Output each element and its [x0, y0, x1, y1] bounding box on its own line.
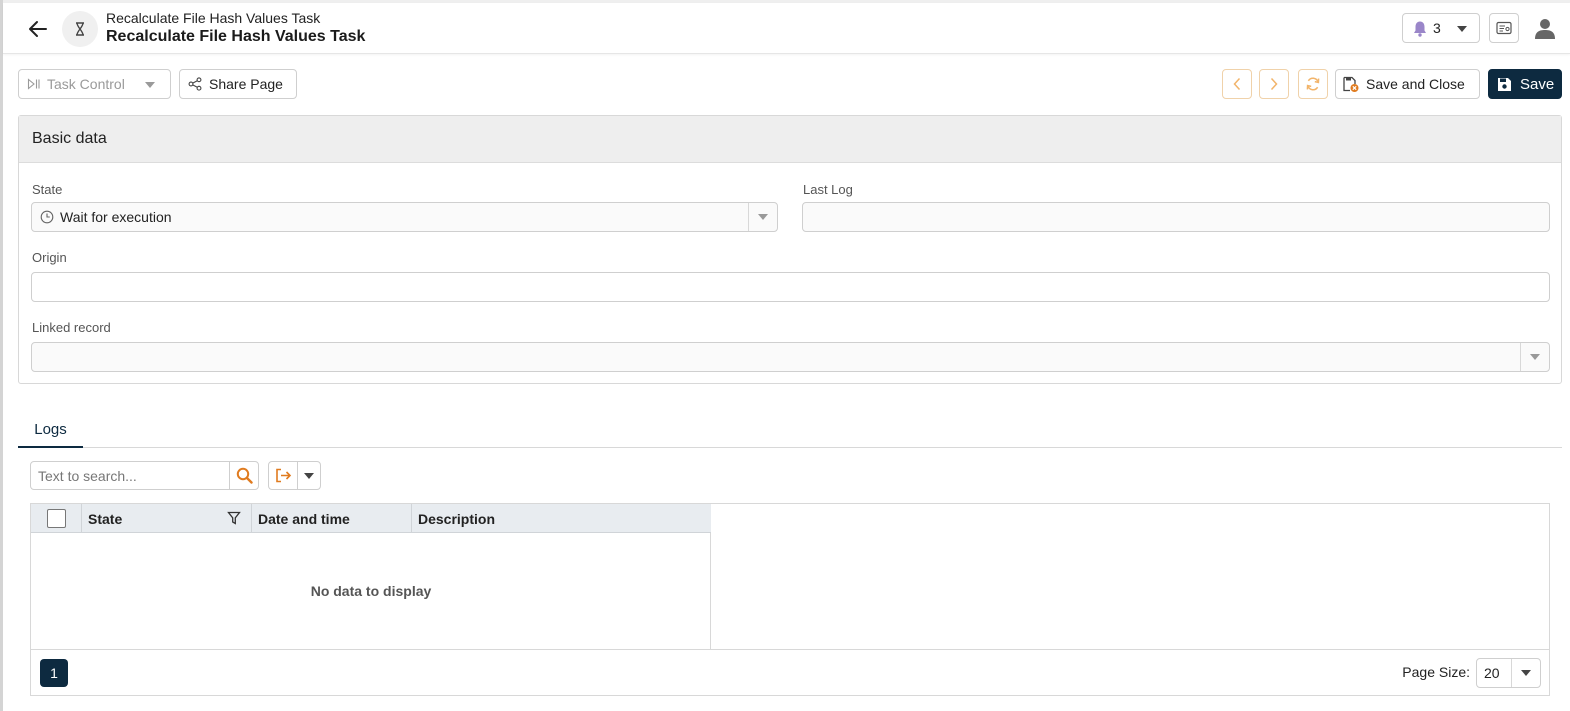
save-icon: [1498, 77, 1511, 91]
table-header: State Date and time Description: [31, 504, 711, 533]
user-menu-button[interactable]: [1530, 13, 1560, 43]
task-control-dropdown[interactable]: Task Control: [18, 69, 171, 99]
back-arrow-icon: [29, 21, 47, 37]
refresh-button[interactable]: [1298, 69, 1328, 99]
play-pause-icon: [27, 78, 40, 90]
column-header-label: State: [88, 510, 123, 527]
export-dropdown-toggle[interactable]: [297, 462, 320, 489]
bell-icon: [1414, 21, 1426, 37]
notifications-button[interactable]: 3: [1402, 13, 1480, 43]
task-control-label: Task Control: [47, 76, 125, 92]
notification-count: 3: [1433, 20, 1441, 36]
save-and-close-button[interactable]: Save and Close: [1335, 69, 1480, 99]
panel-title: Basic data: [19, 116, 1561, 163]
origin-field[interactable]: [31, 272, 1550, 302]
chevron-down-icon: [1457, 26, 1467, 32]
select-all-checkbox[interactable]: [46, 509, 66, 528]
logs-table: State Date and time Description No data …: [31, 504, 711, 649]
state-select[interactable]: Wait for execution: [31, 202, 778, 232]
pager: 1 Page Size: 20: [31, 649, 1549, 695]
column-header-date-and-time[interactable]: Date and time: [252, 504, 412, 533]
origin-label: Origin: [32, 250, 67, 265]
search-input[interactable]: [31, 462, 231, 489]
page-size-label: Page Size:: [1402, 664, 1470, 680]
last-log-field[interactable]: [802, 202, 1550, 232]
column-header-state[interactable]: State: [82, 504, 252, 533]
left-edge: [0, 0, 3, 711]
user-icon: [1535, 19, 1555, 39]
next-record-button[interactable]: [1259, 69, 1289, 99]
select-all-cell: [31, 504, 82, 533]
export-button[interactable]: [269, 462, 298, 489]
save-label: Save: [1520, 75, 1555, 93]
refresh-icon: [1306, 77, 1320, 91]
state-value: Wait for execution: [60, 209, 172, 225]
app-header: Recalculate File Hash Values Task Recalc…: [3, 3, 1570, 54]
page-size-select[interactable]: 20: [1476, 658, 1541, 688]
share-page-label: Share Page: [209, 76, 283, 92]
state-dropdown-toggle[interactable]: [748, 203, 777, 231]
chevron-down-icon: [758, 214, 768, 220]
chevron-down-icon: [303, 472, 314, 479]
linked-record-select[interactable]: [31, 342, 1550, 372]
chevron-down-icon: [1530, 354, 1540, 360]
share-page-button[interactable]: Share Page: [179, 69, 297, 99]
tab-bar: Logs: [18, 413, 1562, 448]
save-button[interactable]: Save: [1488, 69, 1562, 99]
column-header-label: Description: [418, 510, 496, 527]
empty-message: No data to display: [310, 583, 432, 599]
linked-record-label: Linked record: [32, 320, 111, 335]
chevron-right-icon: [1270, 77, 1278, 91]
chevron-left-icon: [1233, 77, 1241, 91]
back-button[interactable]: [25, 16, 51, 42]
chevron-down-icon: [1521, 670, 1531, 676]
export-icon: [275, 468, 291, 483]
page-button[interactable]: 1: [40, 659, 68, 687]
page-subtitle: Recalculate File Hash Values Task: [106, 10, 321, 26]
column-header-label: Date and time: [258, 510, 350, 527]
previous-record-button[interactable]: [1222, 69, 1252, 99]
page-size-value: 20: [1484, 665, 1500, 681]
save-close-icon: [1343, 76, 1359, 92]
tab-logs[interactable]: Logs: [18, 413, 83, 448]
hourglass-icon: [76, 22, 84, 36]
search-button[interactable]: [229, 462, 258, 489]
chevron-down-icon: [145, 82, 155, 88]
clock-icon: [40, 210, 54, 224]
search-box: [30, 461, 259, 490]
column-header-description[interactable]: Description: [412, 504, 711, 533]
basic-data-panel: Basic data State Wait for execution Last…: [18, 115, 1562, 384]
logs-grid: State Date and time Description No data …: [30, 503, 1550, 696]
state-label: State: [32, 182, 63, 197]
id-card-icon: [1496, 21, 1512, 35]
last-log-label: Last Log: [803, 182, 853, 197]
linked-record-dropdown-toggle[interactable]: [1520, 343, 1549, 371]
search-icon: [236, 467, 253, 484]
id-card-button[interactable]: [1489, 13, 1519, 43]
page-title: Recalculate File Hash Values Task: [106, 28, 366, 45]
export-control: [268, 461, 321, 490]
filter-icon[interactable]: [227, 511, 241, 525]
save-and-close-label: Save and Close: [1366, 76, 1465, 92]
page-size-dropdown-toggle[interactable]: [1511, 659, 1540, 687]
task-avatar: [62, 11, 98, 47]
share-icon: [188, 77, 202, 91]
